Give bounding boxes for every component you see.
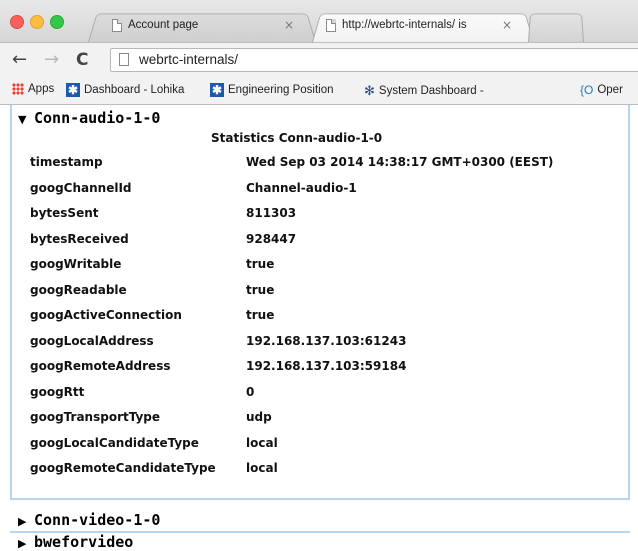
new-tab-button[interactable] [528, 11, 584, 42]
stat-value: 192.168.137.103:59184 [246, 359, 407, 373]
stat-value: 928447 [246, 231, 297, 246]
stat-key: googRemoteAddress [30, 359, 171, 373]
page-icon [119, 53, 129, 66]
section-title: Conn-audio-1-0 [34, 109, 161, 127]
stat-key: googReadable [30, 282, 127, 297]
table-row: googWritable true [30, 257, 630, 277]
star-icon: ✱ [210, 83, 224, 97]
bookmark-system-dashboard[interactable]: ✻ System Dashboard - [364, 83, 484, 99]
bookmark-label: Dashboard - Lohika [84, 84, 185, 97]
table-row: googActiveConnection true [30, 308, 630, 328]
stat-key: googWritable [30, 257, 122, 271]
stat-key: bytesReceived [30, 231, 129, 246]
bookmark-label: System Dashboard - [378, 85, 484, 98]
stat-key: googChannelId [30, 180, 132, 195]
bookmark-dashboard-lohika[interactable]: ✱ Dashboard - Lohika [66, 83, 184, 97]
browser-titlebar: Account page × http://webrtc-internals/ … [0, 0, 638, 42]
stat-value: true [246, 308, 275, 322]
stat-value: 0 [246, 384, 255, 399]
caret-down-icon: ▼ [18, 113, 27, 126]
browser-toolbar: ← → C webrtc-internals/ [0, 42, 638, 79]
tab-account-page[interactable]: Account page × [88, 11, 316, 42]
table-row: timestamp Wed Sep 03 2014 14:38:17 GMT+03… [30, 155, 630, 175]
stat-key: googRemoteCandidateType [30, 461, 216, 475]
page-content: ▼ Conn-audio-1-0 Statistics Conn-audio-1-… [0, 105, 638, 551]
caret-right-icon: ▶ [18, 537, 27, 550]
section-border-left [10, 105, 12, 498]
table-row: bytesSent 811303 [30, 206, 630, 226]
bookmark-engineering-position[interactable]: ✱ Engineering Position [210, 83, 334, 97]
forward-arrow-icon[interactable]: → [44, 51, 59, 69]
system-icon: ✻ [364, 83, 375, 98]
stat-value: true [246, 282, 275, 297]
table-row: googRemoteCandidateType local [30, 461, 630, 481]
table-row: googLocalAddress 192.168.137.103:61243 [30, 334, 630, 354]
reload-icon[interactable]: C [76, 51, 88, 69]
stat-value: 811303 [246, 206, 297, 220]
table-row: googReadable true [30, 283, 630, 303]
bookmark-label: Oper [597, 84, 623, 97]
stat-key: bytesSent [30, 206, 99, 220]
stat-key: googLocalAddress [30, 333, 154, 348]
close-tab-icon[interactable]: × [502, 18, 512, 32]
bookmark-oper[interactable]: {O Oper [580, 83, 623, 97]
tab-webrtc-internals[interactable]: http://webrtc-internals/ is × [312, 11, 534, 42]
zoom-window-button[interactable] [50, 15, 64, 29]
stat-value: local [246, 435, 278, 450]
close-window-button[interactable] [10, 15, 24, 29]
section-title: bweforvideo [34, 533, 134, 551]
stat-value: local [246, 461, 278, 475]
table-row: bytesReceived 928447 [30, 232, 630, 252]
close-tab-icon[interactable]: × [284, 18, 294, 32]
table-row: googLocalCandidateType local [30, 436, 630, 456]
back-arrow-icon[interactable]: ← [12, 51, 27, 69]
section-header-conn-video[interactable]: ▶ Conn-video-1-0 [18, 511, 160, 529]
stat-value: Channel-audio-1 [246, 180, 357, 195]
tab-title: http://webrtc-internals/ is [342, 19, 467, 31]
page-icon [326, 19, 336, 32]
table-row: googTransportType udp [30, 410, 630, 430]
address-text[interactable]: webrtc-internals/ [139, 52, 238, 67]
table-row: googRemoteAddress 192.168.137.103:59184 [30, 359, 630, 379]
table-row: googRtt 0 [30, 385, 630, 405]
section-header-bweforvideo[interactable]: ▶ bweforvideo [18, 533, 133, 551]
caret-right-icon: ▶ [18, 515, 27, 528]
apps-icon [12, 83, 24, 95]
minimize-window-button[interactable] [30, 15, 44, 29]
bookmarks-bar: Apps ✱ Dashboard - Lohika ✱ Engineering Po… [0, 78, 638, 105]
stat-value: Wed Sep 03 2014 14:38:17 GMT+0300 (EEST) [246, 155, 554, 169]
stat-key: googLocalCandidateType [30, 435, 199, 450]
bookmark-label: Apps [28, 83, 55, 96]
stat-key: timestamp [30, 155, 103, 169]
stat-value: true [246, 257, 275, 271]
section-header-conn-audio[interactable]: ▼ Conn-audio-1-0 [18, 109, 160, 127]
tab-title: Account page [128, 19, 199, 31]
stat-key: googTransportType [30, 410, 161, 424]
stat-key: googActiveConnection [30, 308, 182, 322]
brace-icon: {O [580, 83, 594, 97]
table-row: googChannelId Channel-audio-1 [30, 181, 630, 201]
stat-key: googRtt [30, 384, 85, 399]
star-icon: ✱ [66, 83, 80, 97]
section-title: Conn-video-1-0 [34, 511, 161, 529]
section-divider [10, 498, 630, 500]
bookmark-label: Engineering Position [228, 84, 334, 97]
stats-table-title: Statistics Conn-audio-1-0 [211, 131, 383, 145]
stat-value: udp [246, 410, 272, 424]
stat-value: 192.168.137.103:61243 [246, 333, 407, 348]
address-bar[interactable]: webrtc-internals/ [110, 48, 638, 72]
bookmark-apps[interactable]: Apps [12, 83, 54, 95]
tab-background [528, 13, 584, 42]
page-icon [112, 19, 122, 32]
